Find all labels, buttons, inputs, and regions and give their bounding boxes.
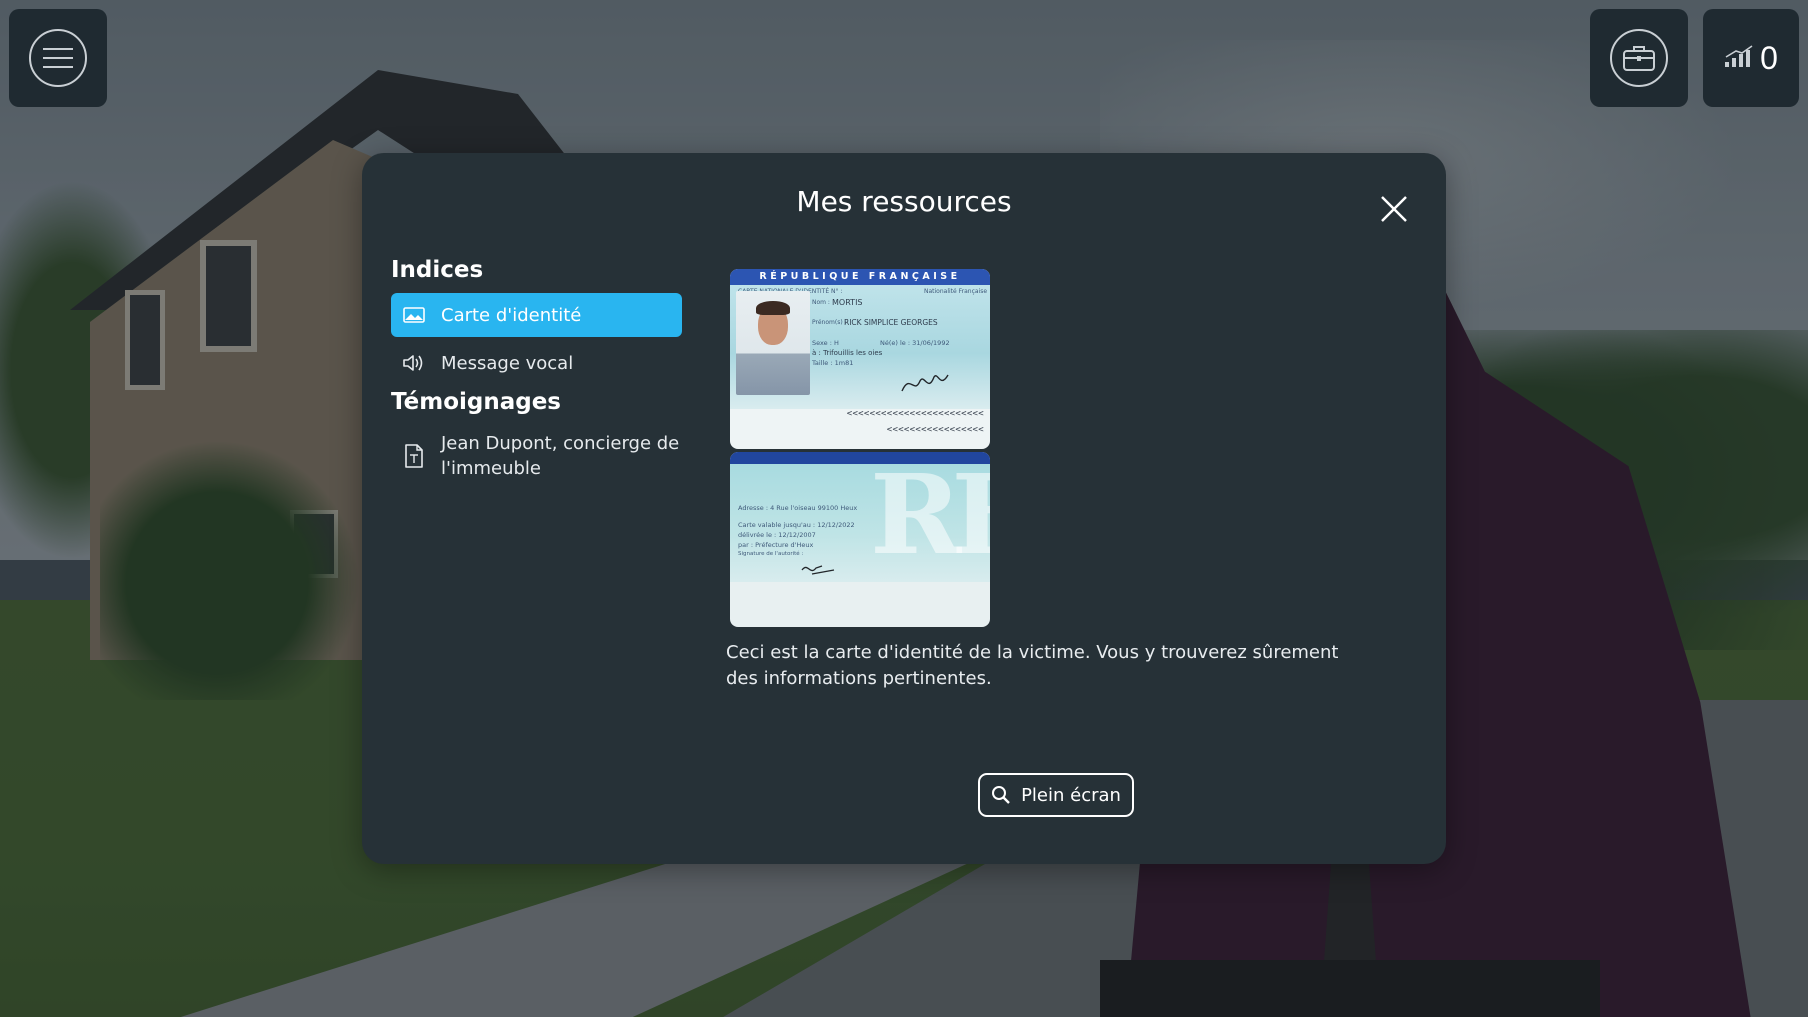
card-sexe: Sexe : H (812, 339, 839, 347)
image-icon (401, 303, 427, 327)
score-value: 0 (1760, 39, 1778, 76)
id-card-front: RÉPUBLIQUE FRANÇAISE CARTE NATIONALE D'I… (730, 269, 990, 449)
card-rf-logo: RF (870, 452, 990, 579)
modal-title: Mes ressources (796, 185, 1012, 218)
resources-modal: Mes ressources Indices Carte d'identité … (362, 153, 1446, 864)
card-adresse: Adresse : 4 Rue l'oiseau 99100 Heux (738, 504, 858, 512)
card-prenoms-label: Prénom(s) : (812, 319, 847, 326)
signature-icon (801, 565, 835, 575)
card-par: par : Préfecture d'Heux (738, 541, 814, 549)
section-title-indices: Indices (391, 257, 484, 283)
resource-item-carte-identite[interactable]: Carte d'identité (391, 293, 682, 337)
card-validite: Carte valable jusqu'au : 12/12/2022 (738, 521, 855, 529)
card-mrz-line-1: <<<<<<<<<<<<<<<<<<<<<<<< (846, 409, 984, 419)
resource-item-label: Carte d'identité (441, 304, 582, 326)
speaker-icon (401, 351, 427, 375)
search-icon (992, 786, 1010, 804)
id-photo (736, 291, 810, 395)
card-mrz-line-2: <<<<<<<<<<<<<<<<< (886, 425, 984, 435)
photo-hair (756, 301, 790, 315)
inventory-button[interactable] (1590, 9, 1688, 107)
card-taille: Taille : 1m81 (812, 359, 854, 367)
close-icon (1381, 196, 1407, 222)
card-nom-label: Nom : (812, 299, 830, 306)
document-icon (401, 444, 427, 468)
id-card-back: RF Adresse : 4 Rue l'oiseau 99100 Heux C… (730, 452, 990, 627)
resource-item-label: Jean Dupont, concierge de l'immeuble (441, 433, 680, 479)
resource-description: Ceci est la carte d'identité de la victi… (726, 642, 1339, 689)
resource-item-jean-dupont[interactable]: Jean Dupont, concierge de l'immeuble (391, 429, 682, 483)
card-birthdate: Né(e) le : 31/06/1992 (880, 339, 950, 347)
card-delivree: délivrée le : 12/12/2007 (738, 531, 816, 539)
card-signature-label: Signature de l'autorité : (738, 551, 804, 557)
signal-chart-icon (1724, 44, 1754, 72)
card-nationality: Nationalité Française (924, 288, 988, 295)
resource-item-label: Message vocal (441, 352, 574, 374)
fullscreen-label: Plein écran (1021, 784, 1121, 806)
briefcase-icon (1610, 29, 1668, 87)
score-button[interactable]: 0 (1703, 9, 1799, 107)
card-prenoms: RICK SIMPLICE GEORGES (844, 318, 938, 327)
signature-icon (901, 374, 949, 392)
fullscreen-button[interactable]: Plein écran (978, 773, 1134, 817)
close-button[interactable] (1372, 187, 1416, 231)
card-nom: MORTIS (832, 298, 863, 307)
section-title-temoignages: Témoignages (391, 389, 561, 415)
card-birthplace: à : Trifouillis les oies (812, 349, 883, 357)
card-header: RÉPUBLIQUE FRANÇAISE (730, 269, 990, 285)
resource-item-message-vocal[interactable]: Message vocal (391, 341, 682, 385)
menu-button[interactable] (9, 9, 107, 107)
hamburger-menu-icon (29, 29, 87, 87)
